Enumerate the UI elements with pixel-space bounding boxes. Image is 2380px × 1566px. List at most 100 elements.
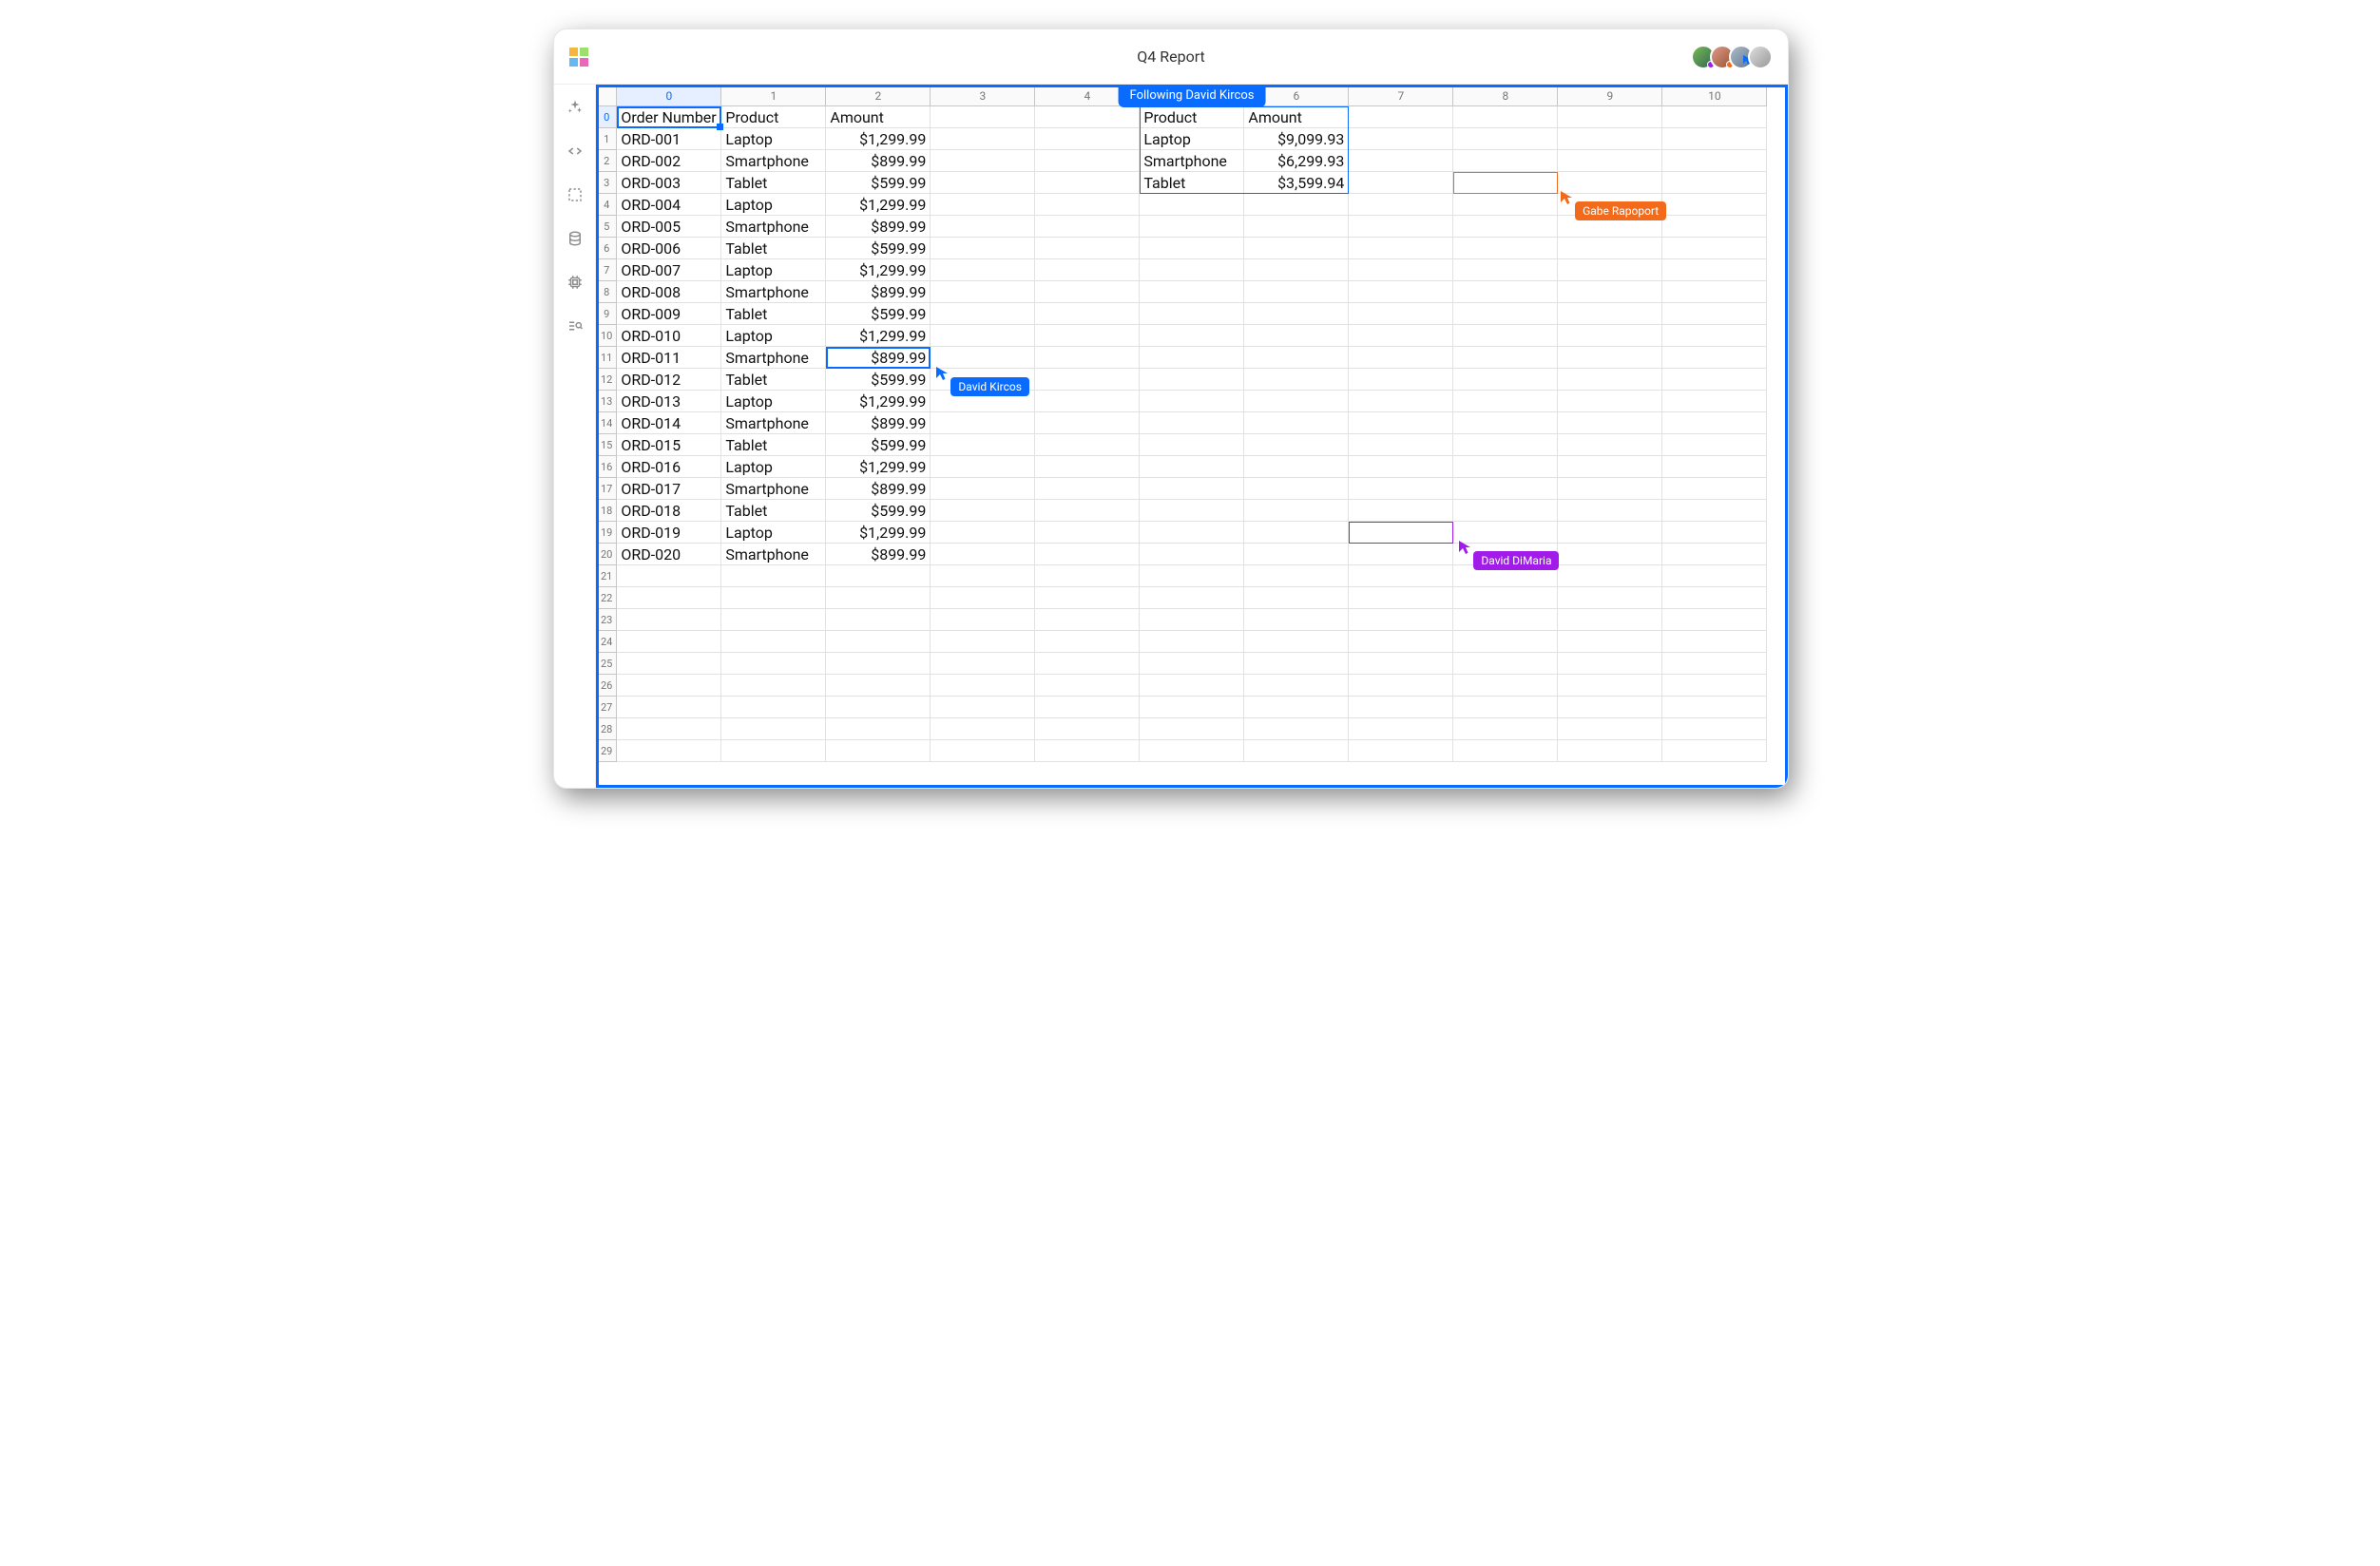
cell[interactable]: [1349, 587, 1453, 609]
cell[interactable]: [1035, 740, 1140, 762]
row-header[interactable]: 20: [597, 544, 617, 565]
cell[interactable]: Smartphone: [721, 478, 826, 500]
cell[interactable]: [1140, 281, 1244, 303]
cell[interactable]: Laptop: [721, 456, 826, 478]
cell[interactable]: $899.99: [826, 216, 931, 238]
cell[interactable]: [1035, 303, 1140, 325]
row-header[interactable]: 4: [597, 194, 617, 216]
cell[interactable]: [1558, 391, 1662, 412]
cell[interactable]: ORD-018: [617, 500, 721, 522]
cell[interactable]: [617, 718, 721, 740]
row-header[interactable]: 26: [597, 675, 617, 697]
row-header[interactable]: 29: [597, 740, 617, 762]
cell[interactable]: [1244, 631, 1349, 653]
cell[interactable]: [1035, 347, 1140, 369]
cell[interactable]: [1035, 653, 1140, 675]
cell[interactable]: [1244, 303, 1349, 325]
cell[interactable]: [931, 281, 1035, 303]
cell[interactable]: [1558, 587, 1662, 609]
cell[interactable]: ORD-016: [617, 456, 721, 478]
cell[interactable]: [1662, 587, 1767, 609]
cell[interactable]: [1662, 391, 1767, 412]
cell[interactable]: [1453, 238, 1558, 259]
cell[interactable]: [931, 718, 1035, 740]
cell[interactable]: [1349, 653, 1453, 675]
cell[interactable]: Tablet: [721, 369, 826, 391]
cell[interactable]: [1349, 500, 1453, 522]
cell[interactable]: [1244, 478, 1349, 500]
cell[interactable]: [1453, 522, 1558, 544]
following-pill[interactable]: Following David Kircos: [1119, 85, 1266, 107]
cell[interactable]: ORD-012: [617, 369, 721, 391]
cell[interactable]: [931, 194, 1035, 216]
cell[interactable]: [1453, 675, 1558, 697]
column-header[interactable]: 0: [617, 86, 721, 106]
spreadsheet-area[interactable]: Following David Kircos 012345678910 0Ord…: [596, 85, 1788, 788]
cell[interactable]: [1349, 150, 1453, 172]
cell[interactable]: [1244, 675, 1349, 697]
cell[interactable]: [931, 216, 1035, 238]
cell[interactable]: [931, 544, 1035, 565]
cell[interactable]: [1662, 697, 1767, 718]
cell[interactable]: [1453, 303, 1558, 325]
cell[interactable]: [931, 369, 1035, 391]
cell[interactable]: Laptop: [721, 325, 826, 347]
row-header[interactable]: 8: [597, 281, 617, 303]
cell[interactable]: $899.99: [826, 281, 931, 303]
cell[interactable]: [1035, 522, 1140, 544]
row-header[interactable]: 2: [597, 150, 617, 172]
cell[interactable]: [931, 150, 1035, 172]
cell[interactable]: Tablet: [721, 303, 826, 325]
cell[interactable]: [1453, 609, 1558, 631]
cell[interactable]: $899.99: [826, 478, 931, 500]
cell[interactable]: [1453, 128, 1558, 150]
cell[interactable]: [1453, 500, 1558, 522]
cell[interactable]: [1140, 500, 1244, 522]
cell[interactable]: [1453, 587, 1558, 609]
cell[interactable]: [931, 587, 1035, 609]
column-header[interactable]: 2: [826, 86, 931, 106]
cell[interactable]: ORD-005: [617, 216, 721, 238]
cell[interactable]: [1662, 609, 1767, 631]
cell[interactable]: [1035, 500, 1140, 522]
cell[interactable]: [1244, 391, 1349, 412]
cell[interactable]: ORD-001: [617, 128, 721, 150]
cell[interactable]: [1140, 675, 1244, 697]
cell[interactable]: [931, 303, 1035, 325]
cell[interactable]: [1453, 150, 1558, 172]
cell[interactable]: [721, 653, 826, 675]
cell[interactable]: [1035, 106, 1140, 128]
cell[interactable]: Tablet: [721, 500, 826, 522]
cell[interactable]: [1453, 653, 1558, 675]
cell[interactable]: [1662, 303, 1767, 325]
cell[interactable]: [1349, 106, 1453, 128]
row-header[interactable]: 25: [597, 653, 617, 675]
cell[interactable]: [1244, 259, 1349, 281]
row-header[interactable]: 13: [597, 391, 617, 412]
cell[interactable]: [931, 347, 1035, 369]
cell[interactable]: [1035, 587, 1140, 609]
cell[interactable]: [1140, 369, 1244, 391]
cell[interactable]: [1035, 194, 1140, 216]
cell[interactable]: [1349, 128, 1453, 150]
cell[interactable]: [1662, 347, 1767, 369]
cell[interactable]: [1035, 216, 1140, 238]
row-header[interactable]: 15: [597, 434, 617, 456]
cell[interactable]: ORD-008: [617, 281, 721, 303]
cell[interactable]: [1140, 434, 1244, 456]
cell[interactable]: Product: [721, 106, 826, 128]
row-header[interactable]: 22: [597, 587, 617, 609]
cell[interactable]: $599.99: [826, 172, 931, 194]
cell[interactable]: [1453, 347, 1558, 369]
cell[interactable]: [1453, 740, 1558, 762]
cell[interactable]: Smartphone: [721, 347, 826, 369]
cell[interactable]: [1558, 369, 1662, 391]
cell[interactable]: [1349, 216, 1453, 238]
cell[interactable]: [931, 522, 1035, 544]
cell[interactable]: [1140, 391, 1244, 412]
cell[interactable]: [1662, 412, 1767, 434]
cell[interactable]: [1140, 609, 1244, 631]
cell[interactable]: [617, 631, 721, 653]
cell[interactable]: [1244, 194, 1349, 216]
cell[interactable]: [1558, 631, 1662, 653]
